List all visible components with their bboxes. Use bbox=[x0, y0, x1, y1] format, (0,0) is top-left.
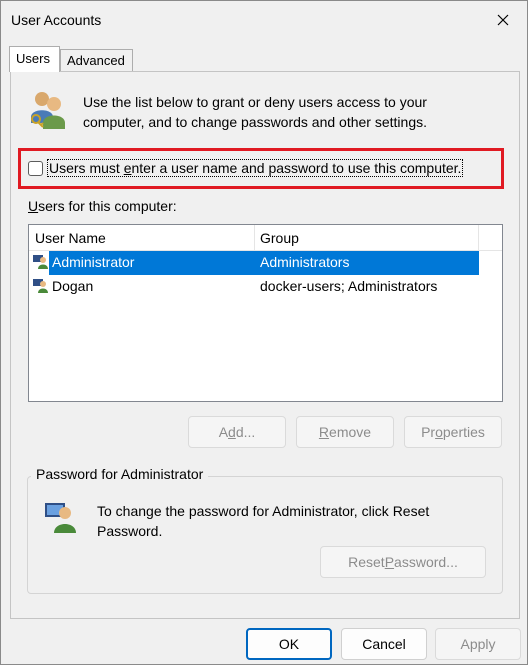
column-header-group[interactable]: Group bbox=[260, 230, 299, 246]
column-header-user-name[interactable]: User Name bbox=[35, 230, 106, 246]
user-icon bbox=[33, 254, 49, 273]
apply-button[interactable]: Apply bbox=[435, 628, 521, 660]
remove-button[interactable]: Remove bbox=[296, 416, 394, 448]
password-user-icon bbox=[45, 501, 77, 536]
add-button[interactable]: Ad d... bbox=[188, 416, 286, 448]
column-divider[interactable] bbox=[478, 225, 479, 251]
group-cell: docker-users; Administrators bbox=[260, 278, 438, 294]
ok-button[interactable]: OK bbox=[246, 628, 332, 660]
users-icon bbox=[27, 89, 69, 134]
user-name-cell: Administrator bbox=[52, 254, 135, 270]
close-icon bbox=[497, 14, 509, 26]
tab-users[interactable]: Users bbox=[9, 46, 60, 72]
group-cell: Administrators bbox=[260, 254, 350, 270]
user-name-cell: Dogan bbox=[52, 278, 94, 294]
require-password-checkbox[interactable] bbox=[28, 160, 43, 176]
title-bar[interactable]: User Accounts bbox=[1, 1, 527, 39]
tab-advanced[interactable]: Advanced bbox=[60, 49, 133, 71]
list-header: User Name Group bbox=[29, 225, 502, 251]
cancel-button[interactable]: Cancel bbox=[341, 628, 427, 660]
password-instructions: To change the password for Administrator… bbox=[97, 503, 430, 539]
require-password-checkbox-row[interactable]: Users must enter a user name and passwor… bbox=[28, 159, 464, 177]
table-row[interactable]: Administrator Administrators bbox=[29, 251, 502, 275]
reset-password-button[interactable]: Reset Password... bbox=[320, 546, 486, 578]
users-list[interactable]: User Name Group Administrator Administra… bbox=[28, 224, 503, 402]
user-icon bbox=[33, 278, 49, 297]
close-button[interactable] bbox=[485, 5, 521, 35]
users-list-label: Users for this computer: bbox=[28, 198, 177, 214]
table-row[interactable]: Dogan docker-users; Administrators bbox=[29, 275, 502, 299]
password-group-title: Password for Administrator bbox=[31, 466, 209, 482]
column-divider[interactable] bbox=[254, 225, 255, 251]
user-accounts-window: User Accounts Users Advanced Use the lis… bbox=[0, 0, 528, 665]
properties-button[interactable]: Pr o perties bbox=[404, 416, 502, 448]
intro-text: Use the list below to grant or deny user… bbox=[83, 94, 427, 130]
window-title: User Accounts bbox=[11, 12, 102, 28]
require-password-label[interactable]: Users must enter a user name and passwor… bbox=[47, 159, 464, 177]
